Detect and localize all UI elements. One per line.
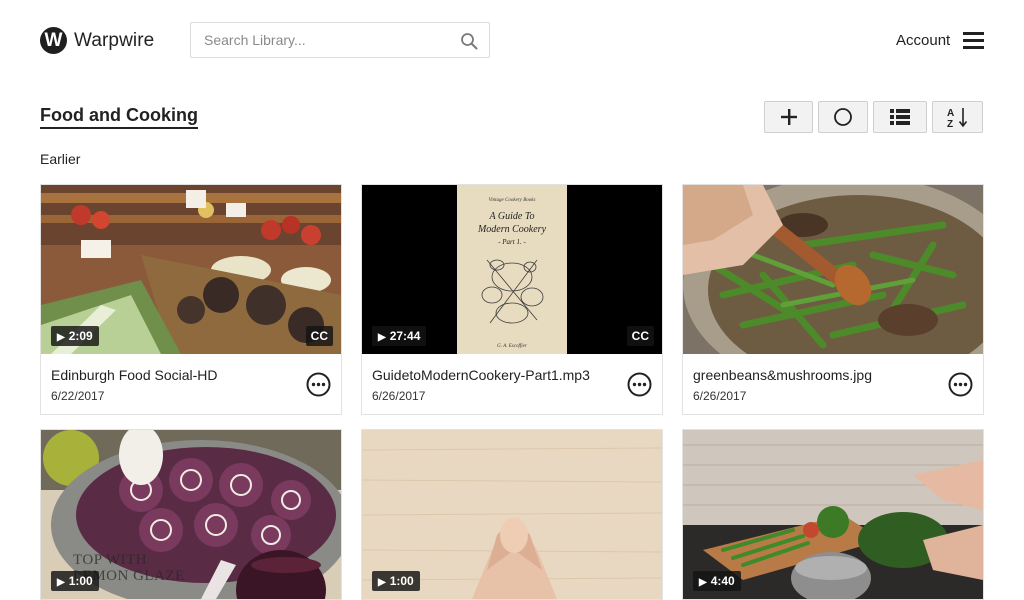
duration-badge: ▶ 1:00: [372, 571, 420, 591]
warpwire-logo[interactable]: W Warpwire: [40, 27, 154, 54]
duration-badge: ▶ 4:40: [693, 571, 741, 591]
media-date: 6/26/2017: [693, 389, 747, 403]
cover-line3: - Part 1. -: [498, 238, 526, 246]
list-view-icon: [890, 109, 910, 125]
play-icon: ▶: [57, 577, 65, 588]
closed-captions-badge: CC: [305, 326, 333, 346]
cover-line2: Modern Cookery: [477, 224, 547, 235]
media-card[interactable]: ▶ 1:00: [361, 429, 663, 600]
search-input[interactable]: [191, 23, 446, 57]
media-card[interactable]: ▶ 4:40: [682, 429, 984, 600]
image-thumbnail[interactable]: [683, 185, 983, 354]
duration-badge: ▶ 1:00: [51, 571, 99, 591]
video-thumbnail[interactable]: ▶ 4:40: [683, 430, 983, 599]
circle-icon: [834, 108, 852, 126]
more-options-icon[interactable]: [627, 372, 652, 397]
plus-icon: [780, 109, 797, 125]
cover-author: G. A. Escoffier: [497, 344, 527, 349]
cover-line1: A Guide To: [488, 211, 534, 222]
svg-text:Z: Z: [947, 119, 953, 128]
sort-button[interactable]: A Z: [932, 101, 983, 133]
toolbar: A Z: [764, 101, 983, 133]
hamburger-menu-icon[interactable]: [963, 32, 984, 49]
duration-badge: ▶ 2:09: [51, 326, 99, 346]
account-link[interactable]: Account: [896, 32, 950, 49]
media-title[interactable]: Edinburgh Food Social-HD: [51, 367, 218, 383]
play-icon: ▶: [699, 577, 707, 588]
sort-az-icon: A Z: [947, 108, 967, 128]
duration-badge: ▶ 27:44: [372, 326, 427, 346]
media-date: 6/22/2017: [51, 389, 105, 403]
logo-mark-icon: W: [40, 27, 67, 54]
more-options-icon[interactable]: [306, 372, 331, 397]
cover-series: Vintage Cookery Books: [489, 198, 536, 203]
media-date: 6/26/2017: [372, 389, 426, 403]
add-media-button[interactable]: [764, 101, 813, 133]
page-title[interactable]: Food and Cooking: [40, 105, 198, 129]
more-options-icon[interactable]: [948, 372, 973, 397]
play-icon: ▶: [57, 332, 65, 343]
media-card[interactable]: greenbeans&mushrooms.jpg 6/26/2017: [682, 184, 984, 415]
list-view-button[interactable]: [873, 101, 927, 133]
video-thumbnail[interactable]: ▶ 2:09 CC: [41, 185, 341, 354]
audio-thumbnail[interactable]: Vintage Cookery Books A Guide To Modern …: [362, 185, 662, 354]
svg-text:A: A: [947, 108, 954, 119]
search-icon[interactable]: [460, 32, 478, 50]
media-title[interactable]: greenbeans&mushrooms.jpg: [693, 367, 872, 383]
closed-captions-badge: CC: [626, 326, 654, 346]
video-thumbnail[interactable]: TOP WITH LEMON GLAZE ▶ 1:00: [41, 430, 341, 599]
video-thumbnail[interactable]: ▶ 1:00: [362, 430, 662, 599]
media-title[interactable]: GuidetoModernCookery-Part1.mp3: [372, 367, 590, 383]
media-card[interactable]: Vintage Cookery Books A Guide To Modern …: [361, 184, 663, 415]
search-box: [190, 22, 490, 58]
green-beans-pan-image: [683, 185, 983, 354]
record-button[interactable]: [818, 101, 868, 133]
brand-name: Warpwire: [74, 29, 155, 51]
play-icon: ▶: [378, 332, 386, 343]
media-card[interactable]: TOP WITH LEMON GLAZE ▶ 1:00: [40, 429, 342, 600]
section-label: Earlier: [40, 151, 81, 167]
play-icon: ▶: [378, 577, 386, 588]
media-card[interactable]: ▶ 2:09 CC Edinburgh Food Social-HD 6/22/2…: [40, 184, 342, 415]
